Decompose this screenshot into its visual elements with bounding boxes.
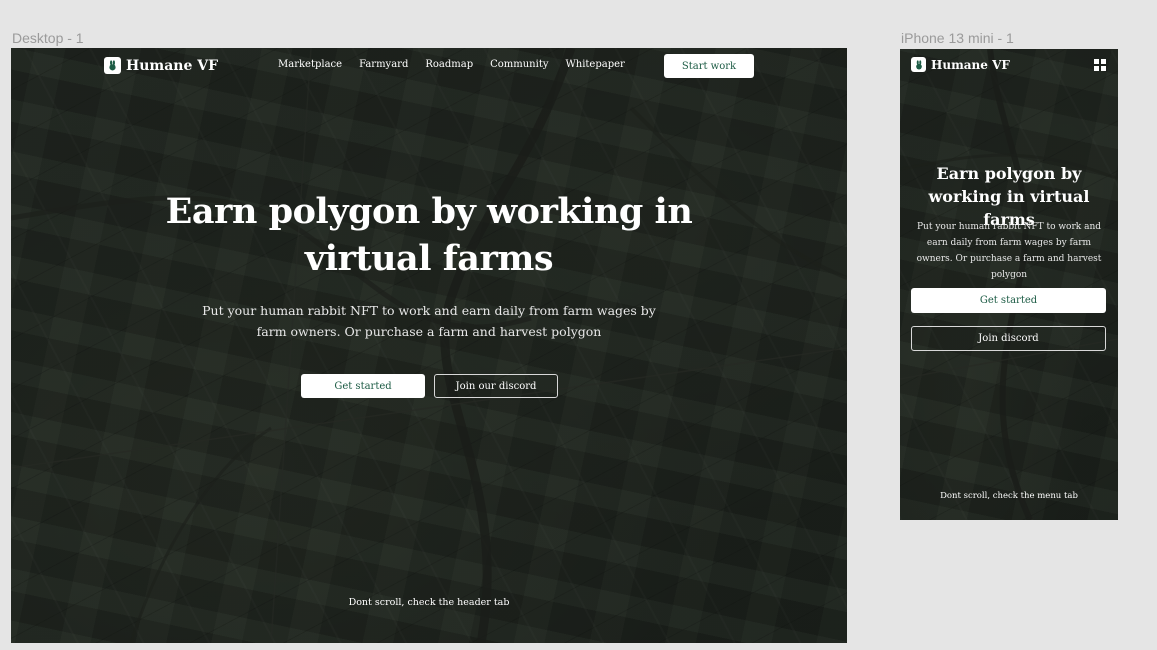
grid-menu-icon[interactable]	[1094, 59, 1106, 71]
nav-roadmap[interactable]: Roadmap	[425, 59, 473, 70]
brand-name: Humane VF	[931, 57, 1010, 72]
hero-title: Earn polygon by working in virtual farms	[165, 191, 693, 279]
desktop-nav: Marketplace Farmyard Roadmap Community W…	[278, 59, 625, 70]
start-work-button[interactable]: Start work	[664, 54, 754, 78]
nav-whitepaper[interactable]: Whitepaper	[566, 59, 625, 70]
mobile-frame-label: iPhone 13 mini - 1	[901, 30, 1014, 46]
nav-farmyard[interactable]: Farmyard	[359, 59, 408, 70]
nav-community[interactable]: Community	[490, 59, 548, 70]
scroll-hint: Dont scroll, check the menu tab	[940, 491, 1078, 501]
desktop-frame: Humane VF Marketplace Farmyard Roadmap C…	[11, 48, 847, 643]
mobile-frame: Humane VF Earn polygon by working in vir…	[900, 49, 1118, 520]
rabbit-logo-icon	[911, 57, 926, 72]
desktop-brand[interactable]: Humane VF	[104, 57, 218, 74]
aerial-background-mobile	[900, 49, 1118, 520]
scroll-hint: Dont scroll, check the header tab	[348, 597, 510, 608]
join-discord-button[interactable]: Join discord	[911, 326, 1106, 351]
desktop-header: Humane VF Marketplace Farmyard Roadmap C…	[11, 48, 847, 82]
hero-subtitle: Put your human rabbit NFT to work and ea…	[202, 303, 656, 339]
mobile-brand[interactable]: Humane VF	[911, 57, 1010, 72]
get-started-button[interactable]: Get started	[301, 374, 425, 398]
aerial-background	[11, 48, 847, 643]
hero-subtitle: Put your human rabbit NFT to work and ea…	[916, 222, 1102, 280]
desktop-frame-label: Desktop - 1	[12, 30, 84, 46]
get-started-button[interactable]: Get started	[911, 288, 1106, 313]
brand-name: Humane VF	[126, 57, 219, 74]
rabbit-logo-icon	[104, 57, 121, 74]
join-discord-button[interactable]: Join our discord	[434, 374, 558, 398]
nav-marketplace[interactable]: Marketplace	[278, 59, 342, 70]
